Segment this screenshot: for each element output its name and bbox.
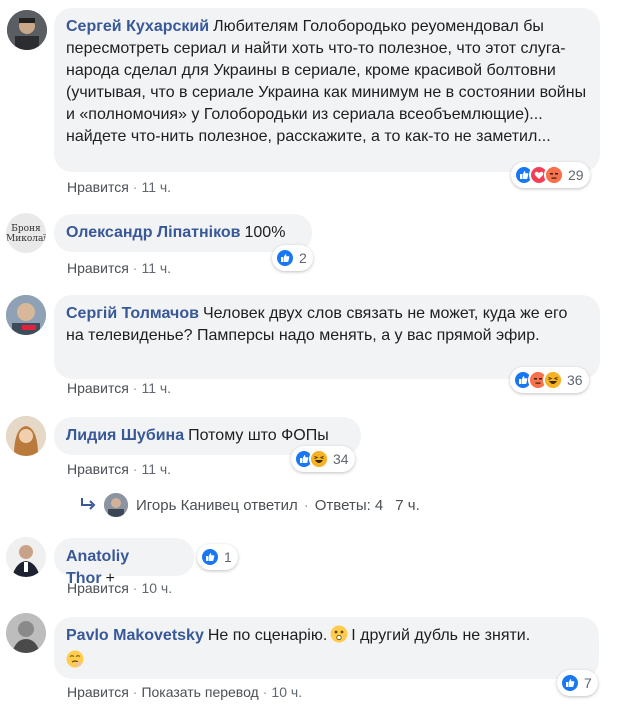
timestamp[interactable]: 11 ч. — [141, 260, 171, 276]
emoji-icon — [66, 650, 84, 675]
comment-author[interactable]: Олександр Ліпатніков — [66, 224, 241, 241]
comment-actions: Нравится · 10 ч. — [67, 580, 173, 596]
comment-bubble: Pavlo Makovetsky Не по сценарію. І другий … — [54, 617, 599, 679]
like-link[interactable]: Нравится — [67, 380, 129, 396]
avatar[interactable] — [7, 10, 47, 50]
comment-text: 100% — [244, 224, 286, 241]
reply-avatar — [104, 493, 128, 517]
timestamp[interactable]: 11 ч. — [141, 461, 171, 477]
avatar[interactable] — [6, 416, 46, 456]
timestamp[interactable]: 10 ч. — [141, 580, 172, 596]
like-icon — [200, 547, 220, 567]
comment-bubble: Сергій Толмачов Человек двух слов связать… — [54, 295, 600, 379]
reaction-summary[interactable]: 34 — [291, 446, 355, 472]
like-link[interactable]: Нравится — [67, 260, 129, 276]
reaction-count: 1 — [224, 549, 232, 565]
like-link[interactable]: Нравится — [67, 580, 129, 596]
reply-arrow-icon — [80, 497, 96, 515]
comment-actions: Нравится · Показать перевод · 10 ч. — [67, 684, 303, 700]
comment-bubble: Anatoliy Thor + — [54, 538, 194, 587]
comment-author[interactable]: Сергей Кухарский — [66, 18, 209, 35]
comment-actions: Нравится · 11 ч. — [67, 461, 172, 477]
like-icon — [275, 248, 295, 268]
reaction-summary[interactable]: 29 — [511, 162, 590, 188]
reaction-summary[interactable]: 36 — [510, 367, 589, 393]
comment-bubble: Олександр Ліпатніков 100% — [54, 214, 312, 252]
reaction-count: 36 — [567, 372, 583, 388]
avatar[interactable]: Броня Миколаїв — [6, 213, 46, 253]
comment-author[interactable]: Pavlo Makovetsky — [66, 627, 204, 644]
comment-author[interactable]: Сергій Толмачов — [66, 305, 199, 322]
reaction-summary[interactable]: 7 — [557, 670, 598, 696]
like-link[interactable]: Нравится — [67, 461, 129, 477]
timestamp[interactable]: 10 ч. — [271, 684, 302, 700]
avatar[interactable] — [6, 295, 46, 335]
comment-actions: Нравится · 11 ч. — [67, 179, 172, 195]
like-link[interactable]: Нравится — [67, 179, 129, 195]
timestamp[interactable]: 11 ч. — [141, 380, 171, 396]
reaction-count: 2 — [299, 250, 307, 266]
like-icon — [560, 673, 580, 693]
comment-text-2: І другий дубль не зняти. — [351, 627, 531, 644]
timestamp[interactable]: 11 ч. — [141, 179, 171, 195]
reaction-count: 7 — [584, 675, 592, 691]
avatar[interactable] — [6, 613, 46, 653]
comment-author[interactable]: Лидия Шубина — [66, 427, 184, 444]
comment-actions: Нравится · 11 ч. — [67, 380, 172, 396]
angry-icon — [544, 165, 564, 185]
reply-count[interactable]: Ответы: 4 — [315, 497, 384, 514]
comment-text: Любителям Голобородько реуомендовал бы п… — [66, 18, 587, 145]
reaction-count: 34 — [333, 451, 349, 467]
avatar[interactable] — [6, 537, 46, 577]
translate-link[interactable]: Показать перевод — [141, 684, 258, 700]
reply-time: 7 ч. — [395, 497, 420, 514]
reply-author[interactable]: Игорь Канивец ответил — [136, 497, 298, 514]
haha-icon — [309, 449, 329, 469]
haha-icon — [543, 370, 563, 390]
comment-text: Потому што ФОПы — [188, 427, 329, 444]
emoji-icon — [330, 625, 348, 650]
reaction-summary[interactable]: 1 — [197, 544, 238, 570]
comment-actions: Нравится · 11 ч. — [67, 260, 172, 276]
reaction-count: 29 — [568, 167, 584, 183]
like-link[interactable]: Нравится — [67, 684, 129, 700]
reaction-summary[interactable]: 2 — [272, 245, 313, 271]
comment-bubble: Сергей Кухарский Любителям Голобородько р… — [54, 8, 600, 172]
avatar-text: Броня Миколаїв — [6, 224, 46, 244]
comment-text-1: Не по сценарію. — [207, 627, 328, 644]
